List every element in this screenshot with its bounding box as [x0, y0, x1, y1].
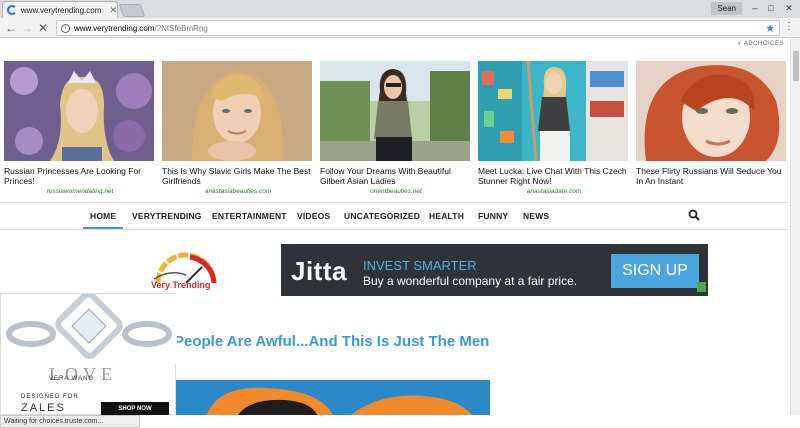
- shop-now-button[interactable]: SHOP NOW: [101, 402, 169, 415]
- nav-uncategorized[interactable]: UNCATEGORIZED: [344, 211, 420, 221]
- ad-source[interactable]: anastasiabeauties.com: [162, 188, 314, 195]
- main-nav: HOME VERYTRENDING ENTERTAINMENT VIDEOS U…: [0, 202, 790, 230]
- article-headline[interactable]: People Are Awful...And This Is Just The …: [174, 331, 514, 353]
- ad-title[interactable]: Follow Your Dreams With Beautiful Gilber…: [320, 166, 472, 186]
- ad-card[interactable]: These Flirty Russians Will Seduce You In…: [636, 61, 788, 188]
- ad-title[interactable]: This Is Why Slavic Girls Make The Best G…: [162, 166, 314, 186]
- designed-for-label: DESIGNED FOR: [21, 394, 79, 400]
- ad-info-icon[interactable]: [697, 282, 706, 292]
- jewelry-side-ad[interactable]: LOVE VERA WANG DESIGNED FOR ZALES SHOP N…: [0, 291, 177, 415]
- close-tab-icon[interactable]: ✕: [109, 5, 117, 16]
- forward-arrow-icon[interactable]: →: [20, 21, 34, 35]
- info-icon[interactable]: i: [61, 23, 70, 33]
- page-viewport: ◐ ADCHOICES Russian Princesses Are Looki…: [0, 39, 790, 415]
- minimize-icon[interactable]: –: [748, 2, 762, 15]
- status-bar: Waiting for choices.truste.com...: [0, 415, 140, 428]
- ad-card[interactable]: Follow Your Dreams With Beautiful Gilber…: [320, 61, 472, 195]
- ad-photo[interactable]: [636, 61, 786, 161]
- ad-photo[interactable]: [478, 61, 628, 161]
- nav-videos[interactable]: VIDEOS: [297, 211, 330, 221]
- tab-title: www.verytrending.com: [20, 5, 102, 15]
- jitta-banner-ad[interactable]: Jitta INVEST SMARTER Buy a wonderful com…: [281, 244, 708, 296]
- browser-menu-icon[interactable]: ⋮: [784, 21, 794, 32]
- nav-entertainment[interactable]: ENTERTAINMENT: [212, 211, 287, 221]
- stop-loading-icon[interactable]: ✕: [36, 21, 50, 35]
- address-bar[interactable]: i www.verytrending.com/?NtSfeBmRng ★: [56, 20, 780, 36]
- loading-spinner-icon: [7, 5, 17, 15]
- url-host: www.verytrending.com: [74, 23, 155, 33]
- ad-source[interactable]: russiawomendating.net: [4, 188, 156, 195]
- ad-title[interactable]: Meet Lucka: Live Chat With This Czech St…: [478, 166, 630, 186]
- store-name: ZALES: [21, 402, 66, 414]
- sign-up-button[interactable]: SIGN UP: [611, 254, 699, 288]
- url-path: /?NtSfeBmRng: [154, 23, 208, 33]
- ad-title[interactable]: These Flirty Russians Will Seduce You In…: [636, 166, 788, 186]
- title-bar: www.verytrending.com ✕ Sean – □ ✕: [0, 0, 800, 18]
- scrollbar-thumb[interactable]: [793, 51, 799, 81]
- page-scrollbar[interactable]: [790, 39, 800, 415]
- new-tab-button[interactable]: [118, 4, 146, 17]
- ad-photo[interactable]: [162, 61, 312, 161]
- browser-tab[interactable]: www.verytrending.com ✕: [2, 1, 118, 18]
- ad-card[interactable]: Meet Lucka: Live Chat With This Czech St…: [478, 61, 630, 195]
- nav-verytrending[interactable]: VERYTRENDING: [132, 211, 202, 221]
- browser-toolbar: ← → ✕ i www.verytrending.com/?NtSfeBmRng…: [0, 18, 800, 38]
- ad-source[interactable]: anastasiadate.com: [478, 188, 630, 195]
- designer-name: VERA WANG: [49, 376, 95, 382]
- profile-button[interactable]: Sean: [711, 2, 742, 15]
- site-logo-text[interactable]: Very Trending: [151, 280, 211, 290]
- banner-brand: Jitta: [291, 256, 347, 286]
- ad-photo[interactable]: [4, 61, 154, 161]
- ad-source[interactable]: orientbeauties.net: [320, 188, 472, 195]
- nav-home[interactable]: HOME: [83, 211, 124, 229]
- ad-title[interactable]: Russian Princesses Are Looking For Princ…: [4, 166, 156, 186]
- nav-funny[interactable]: FUNNY: [478, 211, 508, 221]
- maximize-icon[interactable]: □: [764, 2, 778, 15]
- nav-news[interactable]: NEWS: [523, 211, 549, 221]
- back-arrow-icon[interactable]: ←: [4, 21, 18, 35]
- adchoices-label[interactable]: ◐ ADCHOICES: [738, 41, 784, 47]
- search-icon[interactable]: [688, 209, 700, 221]
- close-window-icon[interactable]: ✕: [782, 2, 796, 15]
- article-image[interactable]: [175, 380, 490, 415]
- ring-image[interactable]: [1, 291, 177, 364]
- bookmark-star-icon[interactable]: ★: [765, 22, 775, 35]
- banner-subline: Buy a wonderful company at a fair price.: [363, 274, 578, 288]
- nav-health[interactable]: HEALTH: [429, 211, 464, 221]
- ad-photo[interactable]: [320, 61, 470, 161]
- banner-headline: INVEST SMARTER: [363, 258, 477, 273]
- ad-card[interactable]: This Is Why Slavic Girls Make The Best G…: [162, 61, 314, 195]
- ad-card[interactable]: Russian Princesses Are Looking For Princ…: [4, 61, 156, 195]
